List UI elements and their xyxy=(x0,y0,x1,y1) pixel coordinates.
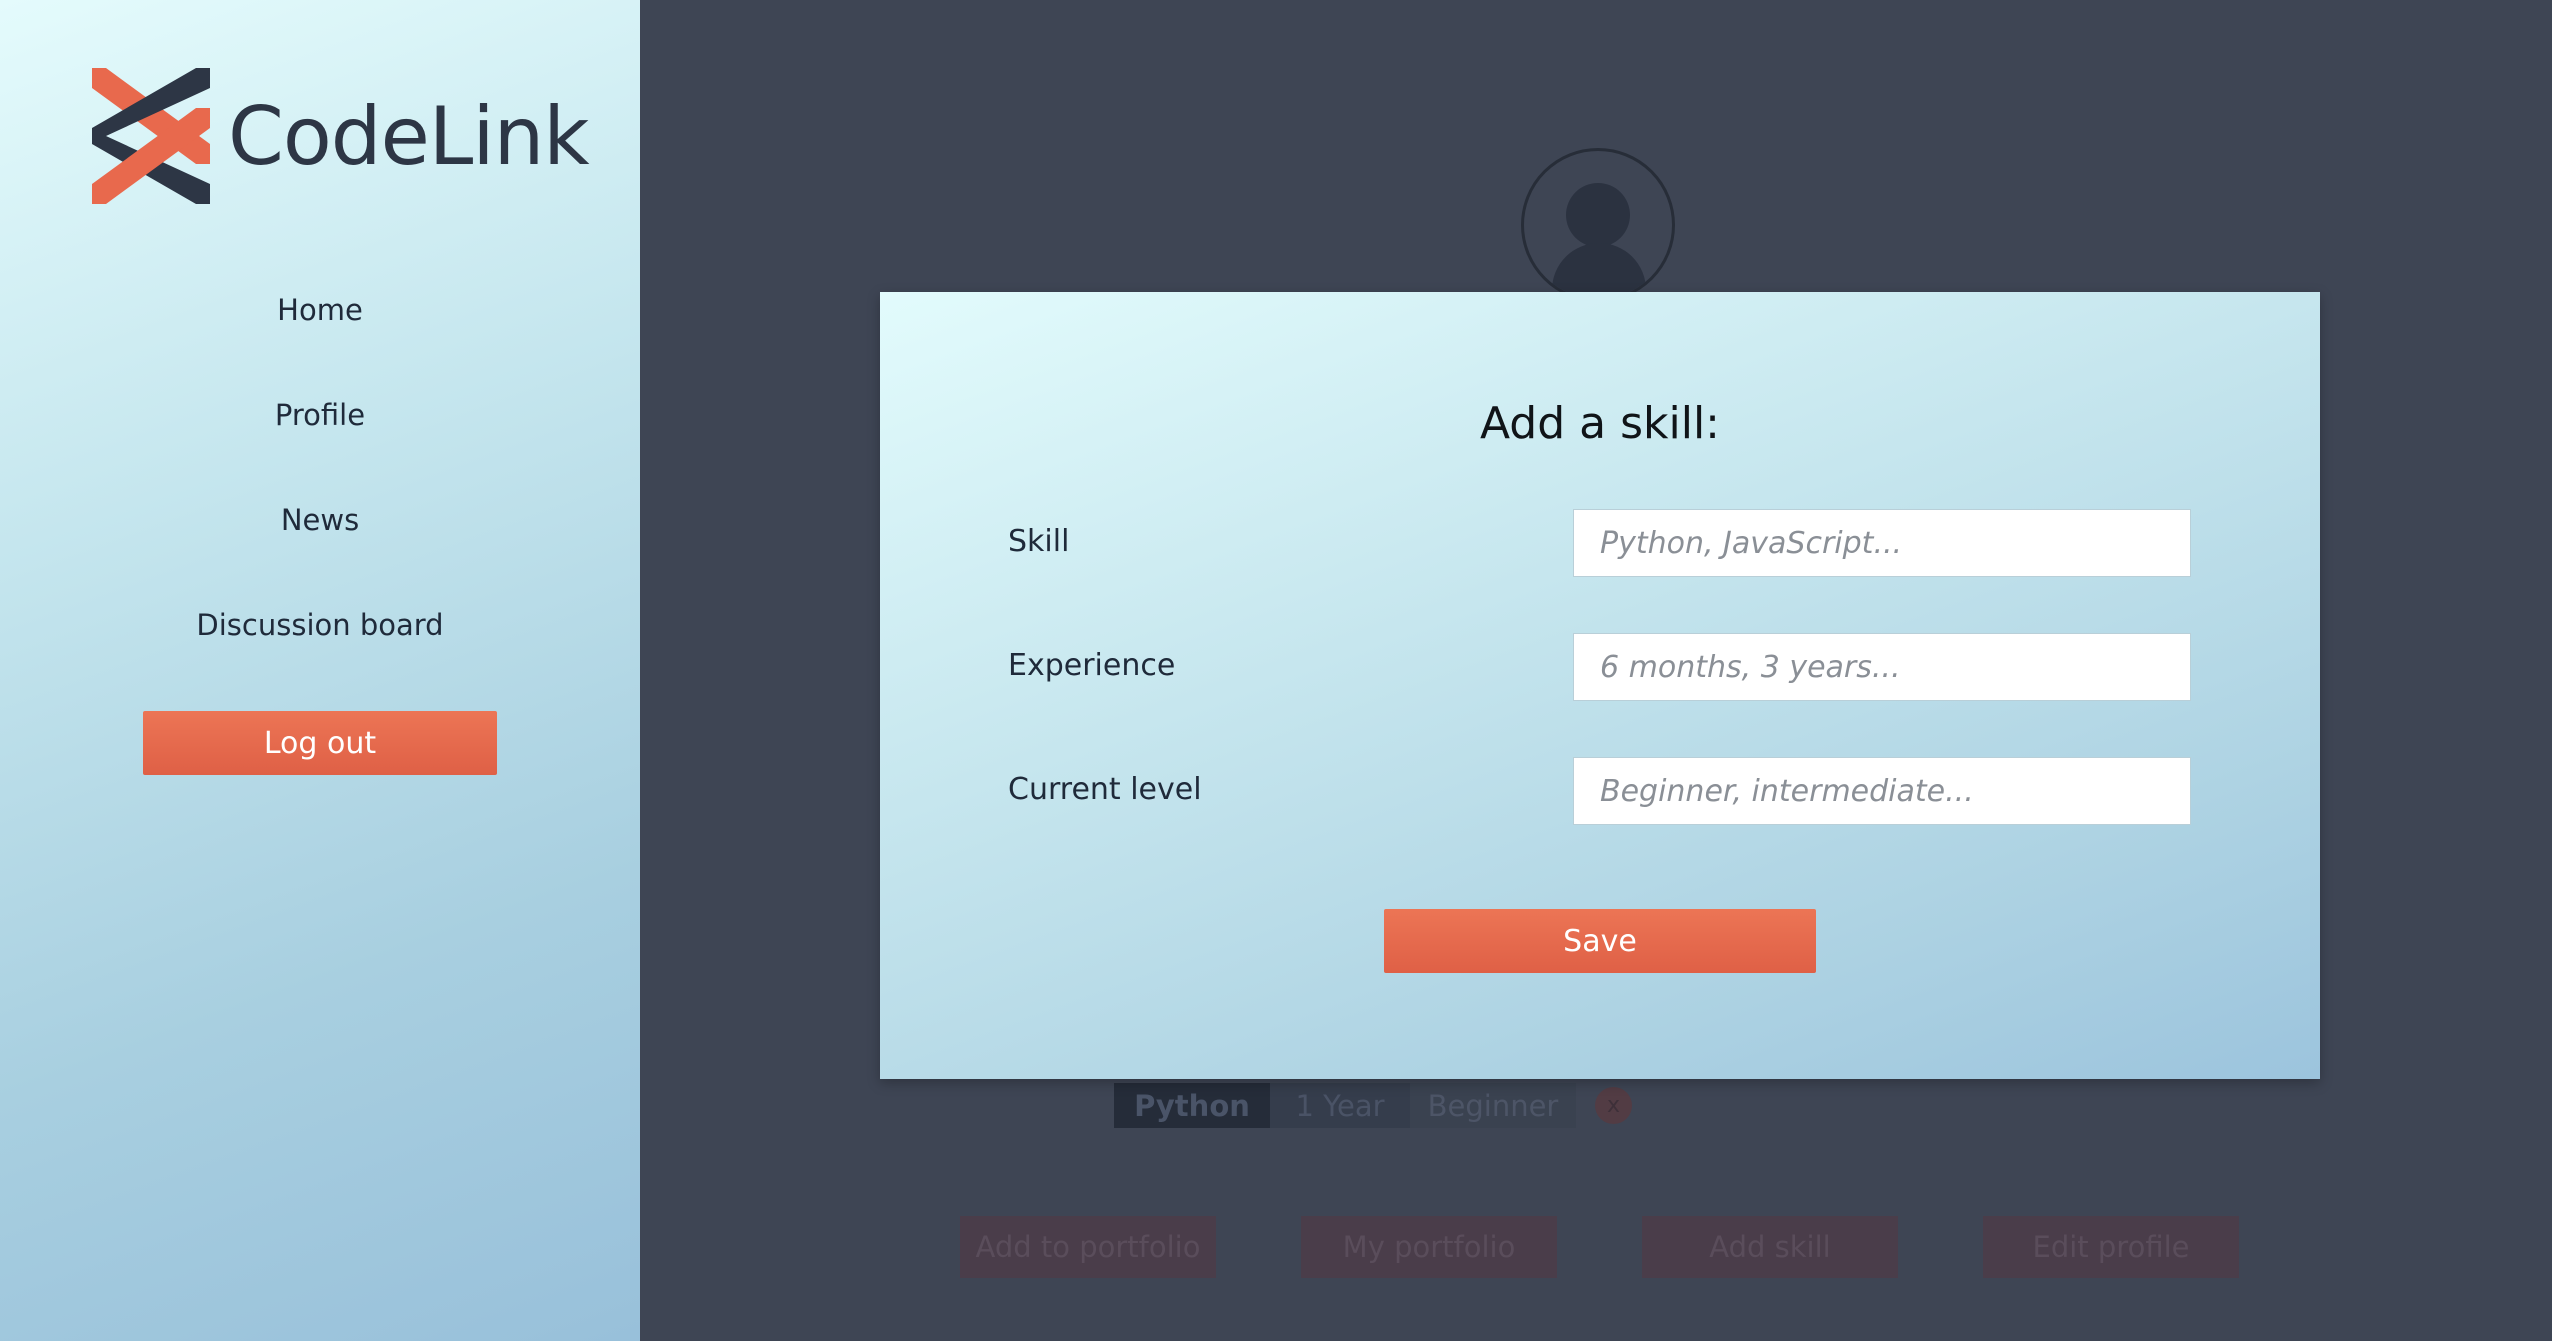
user-avatar-icon xyxy=(1521,148,1675,302)
sidebar-nav: Home Profile News Discussion board xyxy=(0,280,640,700)
edit-profile-button[interactable]: Edit profile xyxy=(1983,1216,2239,1278)
sidebar-item-profile[interactable]: Profile xyxy=(0,385,640,490)
skill-row: Python 1 Year Beginner xyxy=(1114,1083,1576,1128)
add-to-portfolio-button[interactable]: Add to portfolio xyxy=(960,1216,1216,1278)
remove-skill-button[interactable]: x xyxy=(1595,1087,1632,1124)
brand-name: CodeLink xyxy=(228,89,590,183)
skill-label: Skill xyxy=(1008,524,1070,559)
sidebar: CodeLink Home Profile News Discussion bo… xyxy=(0,0,640,1341)
skill-level: Beginner xyxy=(1410,1083,1576,1128)
codelink-logo-icon xyxy=(92,68,210,204)
experience-label: Experience xyxy=(1008,648,1176,683)
skill-experience: 1 Year xyxy=(1270,1083,1410,1128)
my-portfolio-button[interactable]: My portfolio xyxy=(1301,1216,1557,1278)
logo[interactable]: CodeLink xyxy=(92,68,590,204)
modal-title: Add a skill: xyxy=(1479,398,1721,449)
avatar-head xyxy=(1566,183,1630,247)
add-skill-button[interactable]: Add skill xyxy=(1642,1216,1898,1278)
add-skill-modal: Add a skill: Skill Experience Current le… xyxy=(880,292,2320,1079)
save-button[interactable]: Save xyxy=(1384,909,1816,973)
current-level-label: Current level xyxy=(1008,772,1202,807)
sidebar-item-home[interactable]: Home xyxy=(0,280,640,385)
current-level-input[interactable] xyxy=(1573,757,2191,825)
sidebar-item-news[interactable]: News xyxy=(0,490,640,595)
experience-input[interactable] xyxy=(1573,633,2191,701)
logout-button[interactable]: Log out xyxy=(143,711,497,775)
skill-input[interactable] xyxy=(1573,509,2191,577)
sidebar-item-discussion-board[interactable]: Discussion board xyxy=(0,595,640,700)
skill-name: Python xyxy=(1114,1083,1270,1128)
